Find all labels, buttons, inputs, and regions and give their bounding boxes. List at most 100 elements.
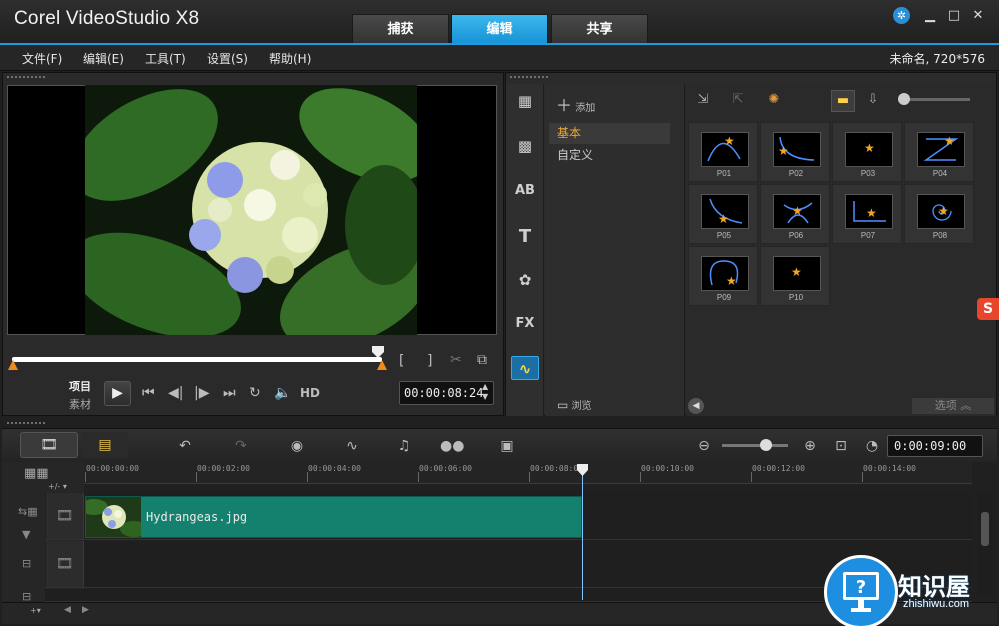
folder-basic[interactable]: 基本: [549, 123, 670, 144]
end-icon[interactable]: ⏭: [223, 385, 236, 401]
timeline-timecode[interactable]: 0:00:09:00: [887, 435, 983, 457]
sohu-input-icon[interactable]: S: [977, 298, 999, 320]
path-item-p05[interactable]: ★ P05: [688, 184, 758, 244]
fit-project-icon[interactable]: ⊡: [829, 436, 853, 456]
menu-help[interactable]: 帮助(H): [269, 50, 311, 67]
settings-globe-icon[interactable]: ✲: [893, 7, 910, 24]
track-manager-icon[interactable]: ▦▦: [24, 466, 49, 481]
star-icon: ★: [778, 144, 789, 158]
previous-frame-icon[interactable]: ◀|: [168, 385, 183, 401]
tab-edit[interactable]: 编辑: [451, 14, 548, 43]
path-preview: ★: [773, 256, 821, 291]
path-item-p03[interactable]: ★ P03: [832, 122, 902, 182]
ruler-label: 00:00:06:00: [419, 464, 472, 473]
ripple-edit-icon[interactable]: ⇆▦: [18, 505, 38, 518]
overlay-track-icon[interactable]: 🎞: [46, 541, 84, 587]
sort-icon[interactable]: ⇩: [863, 92, 883, 110]
menu-settings[interactable]: 设置(S): [207, 50, 248, 67]
panel-grip[interactable]: [6, 421, 46, 425]
preview-timecode[interactable]: 00:00:08:24: [399, 381, 494, 405]
play-icon[interactable]: ▶: [104, 381, 131, 406]
project-duration-icon[interactable]: ◔: [860, 436, 884, 456]
menu-edit[interactable]: 编辑(E): [83, 50, 124, 67]
import-icon[interactable]: ⇲: [693, 92, 713, 110]
scroll-left-arrow-icon[interactable]: ◀: [64, 605, 71, 615]
mark-out-button[interactable]: ]: [427, 353, 432, 369]
panel-grip[interactable]: [509, 75, 549, 79]
motion-tracking-icon[interactable]: ●●: [440, 436, 464, 456]
chevron-up-icon: ︽: [960, 399, 972, 412]
timeline-zoom-slider[interactable]: [722, 444, 788, 447]
svg-text:?: ?: [856, 577, 866, 598]
menu-tools[interactable]: 工具(T): [145, 50, 186, 67]
repeat-icon[interactable]: ↻: [249, 385, 261, 401]
redo-icon[interactable]: ↷: [229, 436, 253, 456]
split-clip-icon[interactable]: ✂: [450, 352, 462, 368]
scrub-bar[interactable]: [12, 357, 382, 362]
path-item-p04[interactable]: ★ P04: [904, 122, 974, 182]
mode-project[interactable]: 项目: [69, 378, 91, 394]
timeline-zoom-knob[interactable]: [760, 439, 772, 451]
transition-icon[interactable]: AB: [511, 179, 539, 203]
thumbnail-size-slider[interactable]: [903, 98, 970, 101]
path-icon[interactable]: ∿: [511, 356, 539, 380]
star-icon: ★: [792, 204, 803, 218]
enlarge-preview-icon[interactable]: ⧉: [477, 352, 487, 368]
path-item-p06[interactable]: ★ P06: [760, 184, 830, 244]
path-wheel-icon[interactable]: ✺: [764, 92, 784, 110]
lock-track-icon[interactable]: ⊟: [22, 557, 31, 570]
menu-file[interactable]: 文件(F): [22, 50, 62, 67]
path-item-p08[interactable]: ★ P08: [904, 184, 974, 244]
path-item-p09[interactable]: ★ P09: [688, 246, 758, 306]
path-item-p01[interactable]: ★ P01: [688, 122, 758, 182]
expand-track-icon[interactable]: ▼: [22, 528, 30, 541]
undo-icon[interactable]: ↶: [173, 436, 197, 456]
tab-capture[interactable]: 捕获: [352, 14, 449, 43]
add-folder-button[interactable]: ＋ 添加: [556, 92, 595, 116]
options-button[interactable]: 选项 ︽: [912, 398, 994, 414]
filter-icon[interactable]: FX: [511, 312, 539, 336]
zoom-in-icon[interactable]: ⊕: [798, 436, 822, 456]
path-preview: ★: [845, 194, 893, 229]
path-item-p10[interactable]: ★ P10: [760, 246, 830, 306]
instant-project-icon[interactable]: ▩: [511, 134, 539, 158]
add-track-icon[interactable]: +▾: [30, 606, 41, 615]
browse-button[interactable]: ▭ 浏览: [557, 397, 592, 412]
timecode-stepper-icon[interactable]: ▲ ▼: [482, 382, 488, 402]
storyboard-view-icon[interactable]: 🎞: [20, 432, 78, 458]
folder-custom[interactable]: 自定义: [549, 145, 670, 166]
export-icon[interactable]: ⇱: [728, 92, 748, 110]
video-track-icon[interactable]: 🎞: [46, 493, 84, 539]
scroll-right-arrow-icon[interactable]: ▶: [82, 605, 89, 615]
close-icon[interactable]: ✕: [969, 8, 987, 24]
next-frame-icon[interactable]: |▶: [194, 385, 209, 401]
panel-grip[interactable]: [6, 75, 46, 79]
mode-clip[interactable]: 素材: [69, 396, 91, 412]
auto-music-icon[interactable]: ♫: [392, 436, 416, 456]
hd-button[interactable]: HD: [300, 386, 320, 400]
path-label: P10: [788, 293, 804, 302]
subtitle-editor-icon[interactable]: ▣: [495, 436, 519, 456]
volume-icon[interactable]: 🔈: [274, 385, 291, 401]
path-item-p02[interactable]: ★ P02: [760, 122, 830, 182]
home-icon[interactable]: ⏮: [142, 385, 155, 401]
graphic-icon[interactable]: ✿: [511, 268, 539, 292]
title-icon[interactable]: T: [511, 225, 539, 249]
minimize-icon[interactable]: ▁: [921, 8, 939, 24]
star-icon: ★: [938, 204, 949, 218]
tab-share[interactable]: 共享: [551, 14, 648, 43]
scrollbar-thumb[interactable]: [981, 512, 989, 546]
scroll-left-icon[interactable]: ◀: [688, 398, 704, 414]
path-item-p07[interactable]: ★ P07: [832, 184, 902, 244]
mark-in-button[interactable]: [: [399, 353, 404, 369]
ruler-tick: [529, 472, 530, 482]
list-view-icon[interactable]: ▬: [831, 90, 855, 112]
timeline-view-icon[interactable]: ▤: [82, 432, 128, 458]
sound-mixer-icon[interactable]: ∿: [340, 436, 364, 456]
thumbnail-size-knob[interactable]: [898, 93, 910, 105]
media-icon[interactable]: ▦: [511, 89, 539, 113]
maximize-icon[interactable]: □: [945, 8, 963, 24]
zoom-out-icon[interactable]: ⊖: [692, 436, 716, 456]
insert-track-icon[interactable]: +/- ▾: [48, 482, 67, 491]
record-capture-icon[interactable]: ◉: [285, 436, 309, 456]
